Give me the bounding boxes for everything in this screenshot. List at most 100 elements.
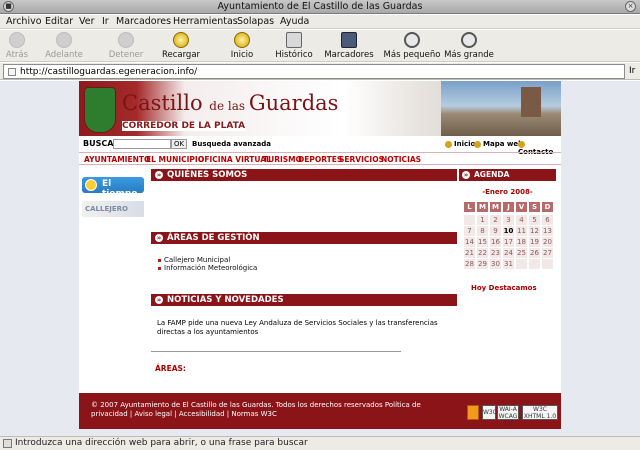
calendar-day[interactable]: 19 <box>529 237 540 247</box>
zoom-out-icon <box>404 32 420 48</box>
nav-turismo[interactable]: TURISMO <box>263 155 302 164</box>
area-link-meteorologia[interactable]: Información Meteorológica <box>158 264 257 272</box>
calendar-day[interactable]: 8 <box>477 226 488 236</box>
news-item-link[interactable]: La FAMP pide una nueva Ley Andaluza de S… <box>157 319 447 337</box>
calendar-day[interactable]: 29 <box>477 259 488 269</box>
callejero-button[interactable]: CALLEJERO <box>82 201 144 217</box>
xhtml-badge[interactable]: W3C XHTML 1.0 <box>522 405 558 420</box>
calendar-day[interactable]: 4 <box>516 215 527 225</box>
back-button[interactable]: Atrás <box>2 32 32 60</box>
calendar-day[interactable]: 28 <box>464 259 475 269</box>
history-button[interactable]: Histórico <box>273 32 315 60</box>
calendar-day[interactable]: 11 <box>516 226 527 236</box>
reload-icon <box>173 32 189 48</box>
status-icon <box>3 439 12 448</box>
weather-button[interactable]: El tiempo <box>82 177 144 199</box>
site-footer: © 2007 Ayuntamiento de El Castillo de la… <box>79 393 561 429</box>
calendar-month: -Enero 2008- <box>482 188 533 196</box>
destacados-link[interactable]: Hoy Destacamos <box>471 284 537 292</box>
area-label: Callejero Municipal <box>164 256 231 264</box>
nav-deportes[interactable]: DEPORTES <box>298 155 342 164</box>
menu-archivo[interactable]: Archivo <box>6 16 42 27</box>
history-icon <box>286 32 302 48</box>
calendar-day[interactable]: 22 <box>477 248 488 258</box>
calendar-day[interactable]: 15 <box>477 237 488 247</box>
area-link-callejero[interactable]: Callejero Municipal <box>158 256 230 264</box>
url-field[interactable]: http://castilloguardas.egeneracion.info/ <box>3 64 625 79</box>
coat-of-arms-icon <box>84 87 116 133</box>
search-input[interactable] <box>113 139 171 149</box>
home-icon <box>234 32 250 48</box>
calendar-day[interactable]: 17 <box>503 237 514 247</box>
page-icon <box>8 68 16 76</box>
calendar-day[interactable]: 21 <box>464 248 475 258</box>
menu-bar: Archivo Editar Ver Ir Marcadores Herrami… <box>0 15 640 29</box>
calendar-day[interactable]: 1 <box>477 215 488 225</box>
calendar-day[interactable]: 13 <box>542 226 553 236</box>
menu-editar[interactable]: Editar <box>45 16 73 27</box>
footer-text: © 2007 Ayuntamiento de El Castillo de la… <box>91 401 421 418</box>
calendar-weekday: S <box>529 202 540 212</box>
go-button[interactable]: Ir <box>629 66 635 76</box>
calendar-day[interactable]: 24 <box>503 248 514 258</box>
calendar-day[interactable]: 16 <box>490 237 501 247</box>
calendar-day[interactable]: 25 <box>516 248 527 258</box>
site-subtitle: CORREDOR DE LA PLATA <box>122 121 246 131</box>
calendar-day[interactable]: 14 <box>464 237 475 247</box>
zoom-out-button[interactable]: Más pequeño <box>383 32 441 60</box>
section-bullet-icon: » <box>155 234 163 242</box>
nav-oficina-virtual[interactable]: OFICINA VIRTUAL <box>198 155 271 164</box>
calendar-day[interactable]: 6 <box>542 215 553 225</box>
section-bullet-icon: » <box>155 296 163 304</box>
menu-marcadores[interactable]: Marcadores <box>116 16 171 27</box>
calendar-day[interactable]: 30 <box>490 259 501 269</box>
menu-ayuda[interactable]: Ayuda <box>280 16 309 27</box>
status-bar: Introduzca una dirección web para abrir,… <box>0 436 640 450</box>
section-bullet-icon: » <box>462 171 470 179</box>
menu-solapas[interactable]: Solapas <box>237 16 274 27</box>
mapa-web-link[interactable]: Mapa web <box>474 140 523 148</box>
calendar-day[interactable]: 20 <box>542 237 553 247</box>
calendar-weekday: M <box>490 202 501 212</box>
browser-toolbar: Atrás Adelante Detener Recargar Inicio H… <box>0 30 640 62</box>
wai-badge[interactable]: WAI-A WCAG 1.0 <box>497 405 519 427</box>
forward-button[interactable]: Adelante <box>44 32 84 60</box>
advanced-search-link[interactable]: Busqueda avanzada <box>192 140 271 148</box>
area-label: Información Meteorológica <box>164 264 258 272</box>
calendar-day[interactable]: 31 <box>503 259 514 269</box>
nav-municipio[interactable]: EL MUNICIPIO <box>146 155 204 164</box>
calendar-day[interactable]: 12 <box>529 226 540 236</box>
close-icon[interactable]: × <box>625 1 636 12</box>
calendar-day[interactable]: 3 <box>503 215 514 225</box>
nav-ayuntamiento[interactable]: AYUNTAMIENTO <box>84 155 150 164</box>
zoom-in-button[interactable]: Más grande <box>443 32 495 60</box>
menu-ver[interactable]: Ver <box>79 16 95 27</box>
w3c-badge[interactable]: W3C <box>482 405 497 420</box>
calendar-day[interactable]: 18 <box>516 237 527 247</box>
home-button[interactable]: Inicio <box>224 32 260 60</box>
nav-servicios[interactable]: SERVICIOS <box>339 155 384 164</box>
site-title[interactable]: Castillo de las Guardas <box>122 91 338 115</box>
calendar-day[interactable]: 26 <box>529 248 540 258</box>
calendar-day[interactable]: 23 <box>490 248 501 258</box>
calendar-day[interactable]: 2 <box>490 215 501 225</box>
calendar-day[interactable]: 5 <box>529 215 540 225</box>
menu-ir[interactable]: Ir <box>102 16 109 27</box>
calendar-day[interactable]: 7 <box>464 226 475 236</box>
calendar-day[interactable]: 10 <box>503 226 514 236</box>
search-ok-button[interactable]: OK <box>171 139 187 149</box>
section-quienes-somos: » QUIÉNES SOMOS <box>151 169 457 181</box>
calendar-day[interactable]: 9 <box>490 226 501 236</box>
bookmarks-button[interactable]: Marcadores <box>323 32 375 60</box>
menu-herramientas[interactable]: Herramientas <box>173 16 238 27</box>
web-page: Castillo de las Guardas CORREDOR DE LA P… <box>79 81 561 429</box>
rss-icon[interactable] <box>467 405 479 420</box>
calendar-day[interactable]: 27 <box>542 248 553 258</box>
calendar-weekday: V <box>516 202 527 212</box>
reload-button[interactable]: Recargar <box>158 32 204 60</box>
search-row: BUSCAR OK Busqueda avanzada Inicio Mapa … <box>79 139 561 156</box>
nav-noticias[interactable]: NOTICIAS <box>381 155 421 164</box>
stop-button[interactable]: Detener <box>106 32 146 60</box>
url-text: http://castilloguardas.egeneracion.info/ <box>20 67 198 77</box>
inicio-link[interactable]: Inicio <box>445 140 475 148</box>
